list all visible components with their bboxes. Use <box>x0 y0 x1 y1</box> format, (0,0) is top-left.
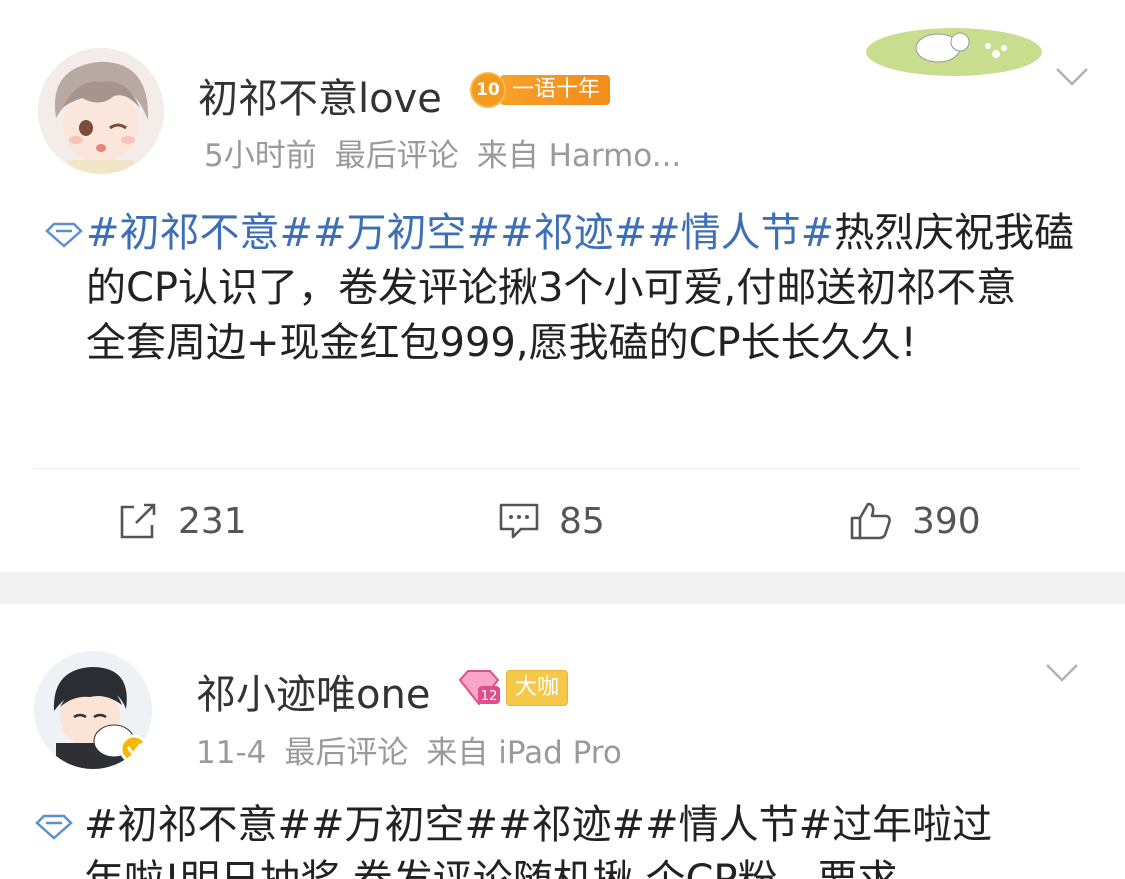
comment-count: 85 <box>559 500 605 542</box>
post-time: 5小时前 <box>204 138 317 174</box>
decorative-sticker <box>862 18 1044 80</box>
svg-text:12: 12 <box>481 689 498 704</box>
user-badge[interactable]: 12 大咖 <box>456 668 569 708</box>
action-bar: 231 85 390 <box>0 490 1125 552</box>
like-icon <box>850 502 891 540</box>
topic-link[interactable]: #祁迹# <box>500 210 647 256</box>
like-button[interactable]: 390 <box>848 490 981 552</box>
share-button[interactable]: 231 <box>116 490 247 552</box>
username[interactable]: 初祁不意love <box>198 66 442 124</box>
topic-text[interactable]: #情人节# <box>645 802 832 848</box>
content-line: 年啦!明日抽奖 卷发评论随机揪 个CP粉，要求 <box>84 853 992 879</box>
username[interactable]: 祁小迹唯one <box>196 662 430 720</box>
avatar[interactable] <box>34 651 152 769</box>
post-separator <box>0 572 1125 604</box>
like-count: 390 <box>912 500 981 542</box>
level-coin: 10 <box>470 72 506 108</box>
diamond-icon <box>44 222 84 248</box>
post-time: 11-4 <box>196 735 267 771</box>
post-card[interactable]: 初祁不意love 10 一语十年 5小时前 最后评论 来自 Harmo... #… <box>0 0 1125 572</box>
last-comment-label: 最后评论 <box>284 735 409 771</box>
content-line: 全套周边+现金红包999,愿我磕的CP长长久久! <box>86 320 917 366</box>
post-source: 来自 iPad Pro <box>426 735 622 771</box>
comment-button[interactable]: 85 <box>497 490 605 552</box>
chevron-down-icon[interactable] <box>1045 662 1079 684</box>
topic-link[interactable]: #初祁不意# <box>86 210 313 256</box>
content-line: #初祁不意##万初空##祁迹##情人节#过年啦过 <box>84 798 992 853</box>
user-badge[interactable]: 10 一语十年 <box>470 72 611 108</box>
chevron-down-icon[interactable] <box>1055 66 1089 88</box>
content-line: 的CP认识了，卷发评论揪3个小可爱,付邮送初祁不意 <box>86 265 1017 311</box>
badge-tag: 大咖 <box>506 670 569 706</box>
post-content: #初祁不意##万初空##祁迹##情人节#过年啦过 年啦!明日抽奖 卷发评论随机揪… <box>84 798 992 879</box>
share-icon <box>120 503 156 539</box>
post-source: 来自 Harmo... <box>476 138 682 174</box>
diamond-icon <box>34 814 74 840</box>
post-meta: 11-4 最后评论 来自 iPad Pro <box>196 727 622 772</box>
topic-text[interactable]: #初祁不意# <box>84 802 311 848</box>
last-comment-label: 最后评论 <box>334 138 459 174</box>
post-content: #初祁不意##万初空##祁迹##情人节#热烈庆祝我磕 的CP认识了，卷发评论揪3… <box>86 206 1074 371</box>
topic-link[interactable]: #万初空# <box>313 210 500 256</box>
post-meta: 5小时前 最后评论 来自 Harmo... <box>204 130 681 175</box>
topic-text[interactable]: #祁迹# <box>498 802 645 848</box>
badge-tag: 一语十年 <box>500 75 611 105</box>
content-text: 热烈庆祝我磕 <box>834 210 1075 256</box>
share-count: 231 <box>178 500 247 542</box>
divider <box>34 468 1080 469</box>
feed: 初祁不意love 10 一语十年 5小时前 最后评论 来自 Harmo... #… <box>0 0 1125 879</box>
content-line: #初祁不意##万初空##祁迹##情人节#热烈庆祝我磕 <box>86 206 1074 261</box>
topic-link[interactable]: #情人节# <box>647 210 834 256</box>
content-text: 过年啦过 <box>832 802 993 848</box>
vip-gem-icon: 12 <box>456 668 502 708</box>
comment-icon <box>499 503 539 539</box>
avatar[interactable] <box>38 48 164 174</box>
topic-text[interactable]: #万初空# <box>311 802 498 848</box>
